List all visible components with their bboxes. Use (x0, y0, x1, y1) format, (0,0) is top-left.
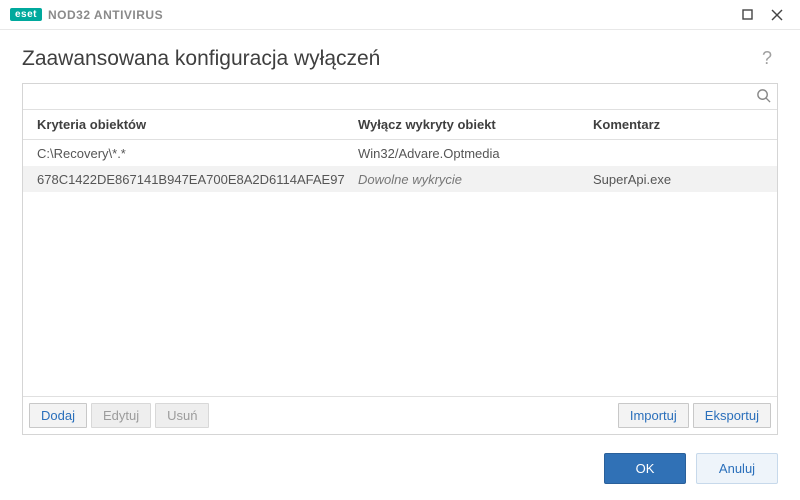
exclusions-panel: Kryteria obiektów Wyłącz wykryty obiekt … (22, 83, 778, 435)
search-icon[interactable] (756, 88, 771, 106)
table-row[interactable]: C:\Recovery\*.* Win32/Advare.Optmedia (23, 140, 777, 166)
remove-button[interactable]: Usuń (155, 403, 209, 428)
dialog-footer: OK Anuluj (0, 435, 800, 500)
help-icon[interactable]: ? (756, 44, 778, 73)
dialog-header: Zaawansowana konfiguracja wyłączeń ? (0, 30, 800, 83)
column-comment[interactable]: Komentarz (593, 117, 777, 132)
table-row[interactable]: 678C1422DE867141B947EA700E8A2D6114AFAE97… (23, 166, 777, 192)
column-criteria[interactable]: Kryteria obiektów (23, 117, 358, 132)
table-body: C:\Recovery\*.* Win32/Advare.Optmedia 67… (23, 140, 777, 396)
cell-detection: Win32/Advare.Optmedia (358, 146, 593, 161)
titlebar: eset NOD32 ANTIVIRUS (0, 0, 800, 30)
maximize-icon (742, 9, 753, 20)
panel-toolbar: Dodaj Edytuj Usuń Importuj Eksportuj (23, 396, 777, 434)
cell-criteria: C:\Recovery\*.* (23, 146, 358, 161)
import-button[interactable]: Importuj (618, 403, 689, 428)
add-button[interactable]: Dodaj (29, 403, 87, 428)
cancel-button[interactable]: Anuluj (696, 453, 778, 484)
cell-comment: SuperApi.exe (593, 172, 777, 187)
ok-button[interactable]: OK (604, 453, 686, 484)
window-maximize-button[interactable] (732, 0, 762, 30)
export-button[interactable]: Eksportuj (693, 403, 771, 428)
search-bar (23, 84, 777, 110)
page-title: Zaawansowana konfiguracja wyłączeń (22, 47, 756, 71)
edit-button[interactable]: Edytuj (91, 403, 151, 428)
brand-badge: eset (10, 8, 42, 21)
search-input[interactable] (31, 89, 756, 104)
window-close-button[interactable] (762, 0, 792, 30)
close-icon (771, 9, 783, 21)
product-name: NOD32 ANTIVIRUS (48, 8, 163, 22)
cell-detection: Dowolne wykrycie (358, 172, 593, 187)
cell-criteria: 678C1422DE867141B947EA700E8A2D6114AFAE97 (23, 172, 358, 187)
table-header: Kryteria obiektów Wyłącz wykryty obiekt … (23, 110, 777, 140)
column-detection[interactable]: Wyłącz wykryty obiekt (358, 117, 593, 132)
